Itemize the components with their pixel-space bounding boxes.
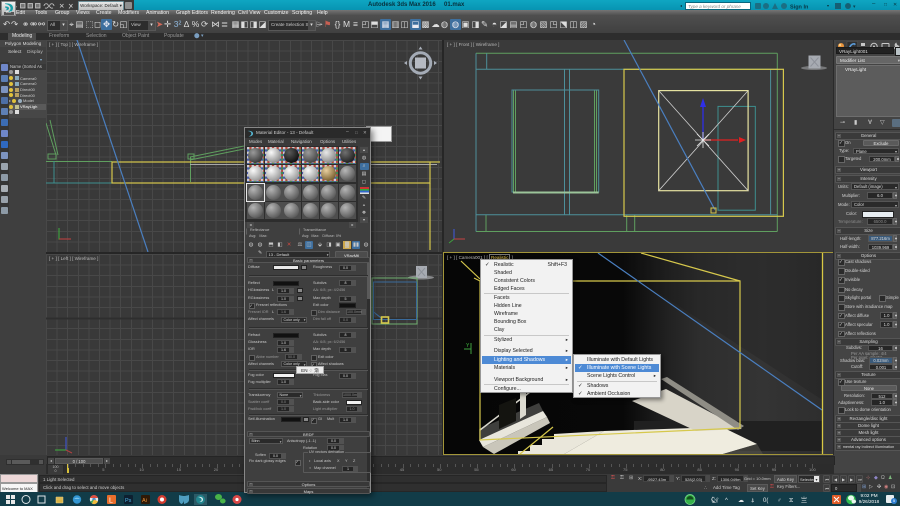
svg-text:☁: ☁ bbox=[738, 498, 744, 504]
svg-text:⍋: ⍋ bbox=[751, 497, 755, 504]
svg-text:Y: Y bbox=[466, 343, 470, 349]
svg-text:0(: 0( bbox=[763, 498, 768, 504]
svg-text:^: ^ bbox=[725, 498, 728, 504]
svg-text:亗: 亗 bbox=[801, 496, 807, 504]
svg-text:🐿: 🐿 bbox=[711, 496, 719, 504]
svg-text:Ps: Ps bbox=[125, 498, 132, 504]
svg-text:♂: ♂ bbox=[777, 498, 782, 504]
svg-text:L: L bbox=[109, 498, 113, 505]
svg-text:Ai: Ai bbox=[142, 498, 147, 504]
svg-text:⧖: ⧖ bbox=[789, 498, 793, 504]
